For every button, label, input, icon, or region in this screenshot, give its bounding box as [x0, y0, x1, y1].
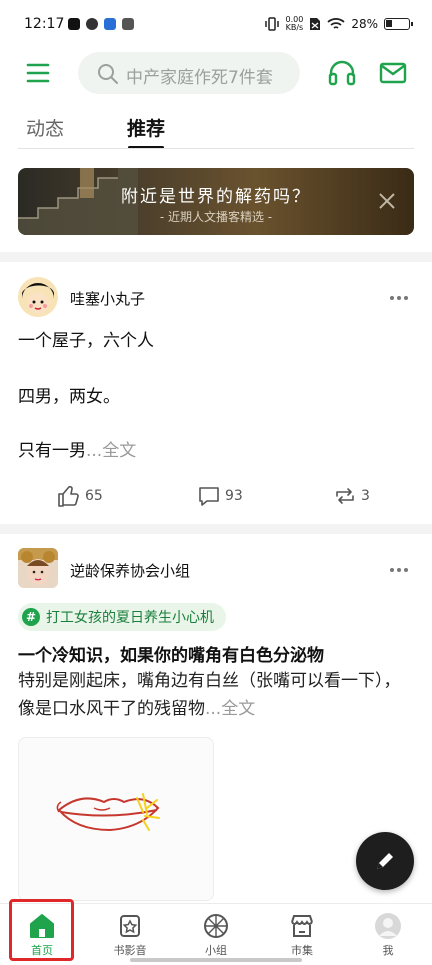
username[interactable]: 哇塞小丸子 — [70, 288, 145, 309]
comment-button[interactable]: 93 — [197, 483, 243, 509]
nav-label: 小组 — [205, 944, 227, 957]
podcast-banner[interactable]: 附近是世界的解药吗？ - 近期人文播客精选 - — [18, 168, 414, 235]
feed-tabs: 动态 推荐 — [0, 106, 432, 150]
banner-subtitle: - 近期人文播客精选 - — [159, 210, 273, 224]
thumbs-up-icon — [58, 486, 79, 507]
section-divider — [0, 252, 432, 262]
notification-icons — [68, 18, 134, 30]
nav-groups[interactable]: 小组 — [181, 908, 251, 964]
compose-button[interactable] — [356, 832, 414, 890]
market-icon — [291, 915, 313, 937]
avatar[interactable] — [18, 277, 58, 317]
avatar[interactable] — [18, 548, 58, 588]
highlight-box — [9, 899, 74, 961]
post-image[interactable] — [18, 737, 214, 901]
post-line: 只有一男...全文 — [18, 438, 136, 464]
repost-icon — [336, 488, 354, 504]
nav-label: 书影音 — [113, 944, 147, 957]
status-right: 0.00 KB/s 28% — [264, 16, 413, 32]
hashtag-icon: # — [22, 608, 40, 626]
banner-title: 附近是世界的解药吗？ — [121, 187, 311, 207]
repost-count: 3 — [361, 488, 370, 504]
no-sim-icon — [310, 18, 321, 30]
like-button[interactable]: 65 — [57, 483, 103, 509]
nav-books-movies-music[interactable]: 书影音 — [95, 908, 165, 964]
more-icon[interactable] — [389, 567, 409, 573]
section-divider — [0, 524, 432, 534]
group-icon — [204, 914, 228, 938]
pen-icon — [377, 853, 393, 869]
user-avatar-image — [18, 277, 58, 317]
post-title[interactable]: 一个冷知识，如果你的嘴角有白色分泌物 — [18, 641, 324, 666]
tab-dongtai[interactable]: 动态 — [26, 114, 64, 141]
comment-count: 93 — [225, 488, 243, 504]
speed-unit: KB/s — [285, 23, 304, 32]
wifi-icon — [327, 18, 345, 29]
avatar-icon — [375, 913, 401, 939]
post-line: 一个屋子，六个人 — [18, 331, 154, 351]
star-card-icon — [120, 915, 140, 937]
divider — [18, 148, 414, 149]
post-last-line: 只有一男 — [18, 441, 86, 461]
close-icon[interactable] — [378, 192, 396, 210]
vibrate-icon — [264, 17, 279, 31]
app-icon — [122, 18, 134, 30]
nav-label: 市集 — [291, 944, 313, 957]
full-text-link[interactable]: 全文 — [102, 441, 136, 461]
tiktok-icon — [68, 18, 80, 30]
full-text-link[interactable]: 全文 — [221, 699, 255, 719]
ellipsis: ... — [86, 441, 103, 461]
gesture-bar — [130, 958, 302, 962]
tab-tuijian[interactable]: 推荐 — [127, 114, 165, 141]
nav-label: 我 — [382, 944, 394, 957]
nav-market[interactable]: 市集 — [267, 908, 337, 964]
nav-me[interactable]: 我 — [353, 908, 423, 964]
battery-icon — [384, 18, 413, 30]
post-body: 特别是刚起床，嘴角边有白丝（张嘴可以看一下），像是口水风干了的残留物...全文 — [18, 667, 416, 723]
topic-label: 打工女孩的夏日养生小心机 — [46, 610, 214, 626]
comment-icon — [199, 487, 219, 506]
group-name[interactable]: 逆龄保养协会小组 — [70, 560, 190, 581]
like-count: 65 — [85, 488, 103, 504]
post-line: 四男，两女。 — [18, 387, 120, 407]
repost-button[interactable]: 3 — [333, 483, 370, 509]
search-placeholder: 中产家庭作死7件套 — [126, 68, 273, 88]
lips-drawing-image — [56, 793, 160, 832]
headset-icon[interactable] — [328, 60, 356, 86]
battery-percent: 28% — [351, 17, 378, 31]
search-icon — [98, 64, 118, 84]
topic-tag[interactable]: # 打工女孩的夏日养生小心机 — [18, 603, 226, 631]
search-input[interactable]: 中产家庭作死7件套 — [78, 52, 300, 94]
network-speed: 0.00 KB/s — [286, 16, 304, 32]
status-bar: 12:17 0.00 KB/s 28% — [0, 0, 432, 50]
menu-icon[interactable] — [26, 62, 50, 84]
group-avatar-image — [18, 548, 58, 588]
mail-icon[interactable] — [379, 62, 407, 84]
app-icon — [104, 18, 116, 30]
ellipsis: ... — [205, 699, 222, 719]
more-icon[interactable] — [389, 295, 409, 301]
app-icon — [86, 18, 98, 30]
top-bar: 中产家庭作死7件套 — [0, 50, 432, 96]
status-time: 12:17 — [24, 16, 65, 32]
